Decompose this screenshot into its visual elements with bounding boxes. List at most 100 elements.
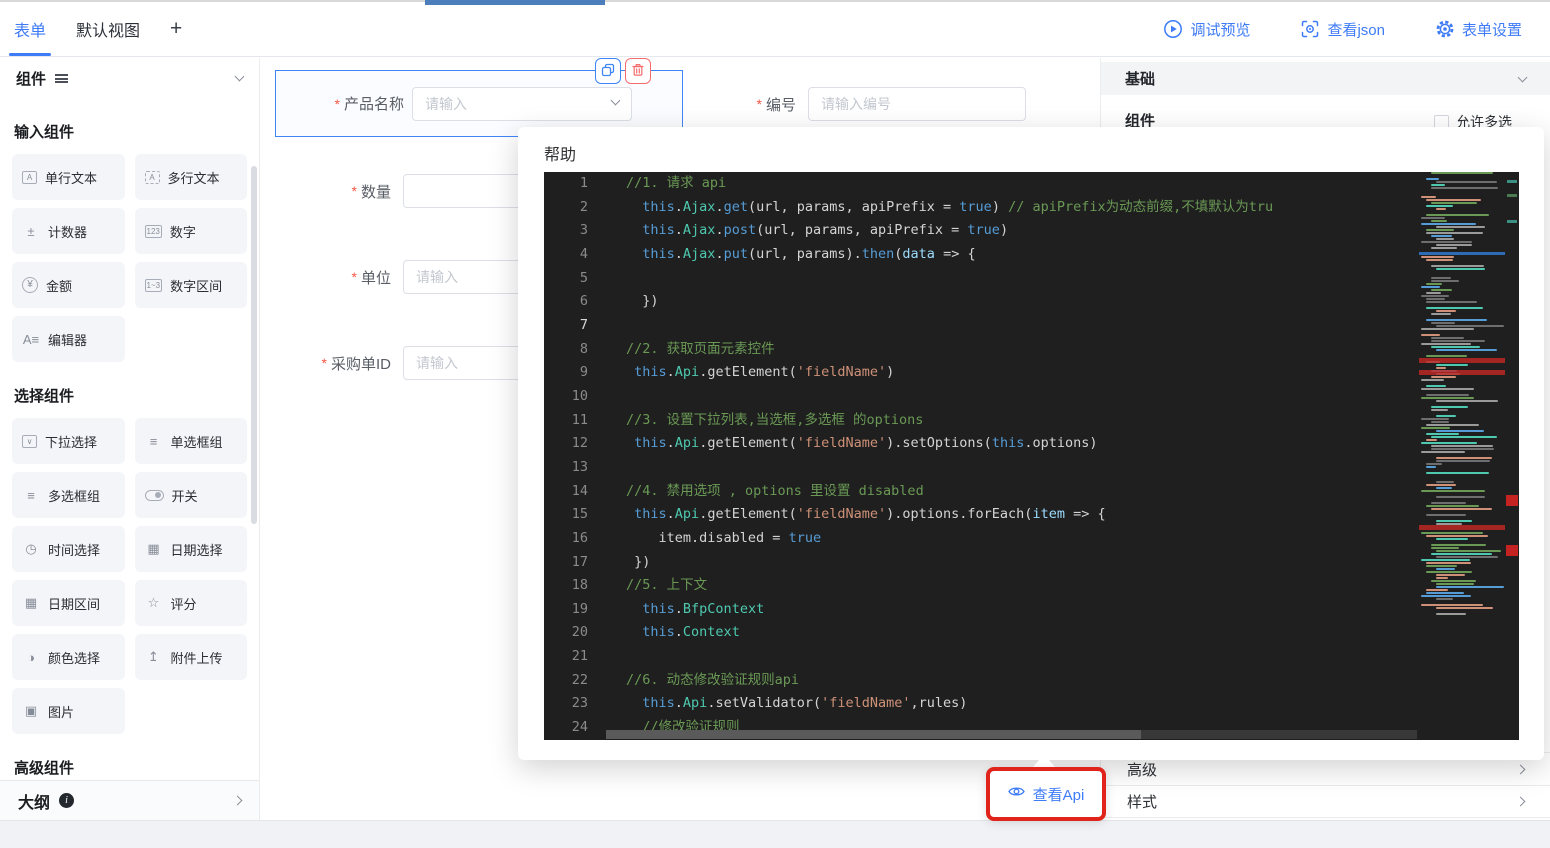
help-modal: 帮助 1234567891011121314151617181920212223… [518, 127, 1544, 760]
single-line-text-icon: A [22, 171, 37, 184]
image-chip[interactable]: ▣图片 [12, 688, 125, 734]
editor-chip[interactable]: A≡ 编辑器 [12, 316, 125, 362]
rating-chip[interactable]: ☆评分 [135, 580, 248, 626]
chip-label: 单行文本 [45, 168, 97, 187]
date-picker-chip[interactable]: ▦日期选择 [135, 526, 248, 572]
amount-chip[interactable]: ¥金额 [12, 262, 125, 308]
debug-preview-label: 调试预览 [1190, 19, 1250, 40]
overview-ruler [1505, 172, 1519, 740]
outline-bar[interactable]: 大纲 i [0, 780, 259, 820]
form-settings-button[interactable]: 表单设置 [1429, 18, 1528, 41]
field-label: 产品名称 [344, 93, 404, 114]
file-upload-chip[interactable]: ↥ 附件上传 [135, 634, 248, 680]
debug-preview-button[interactable]: 调试预览 [1157, 18, 1256, 41]
editor-minimap[interactable] [1419, 172, 1505, 740]
view-json-label: 查看json [1327, 19, 1385, 40]
number-input[interactable] [808, 87, 1026, 121]
code-line [626, 314, 1417, 338]
product-name-select[interactable] [412, 87, 632, 121]
style-label: 样式 [1127, 791, 1157, 812]
dropdown-select-chip[interactable]: ∨下拉选择 [12, 418, 125, 464]
section-title: 高级组件 [14, 760, 245, 778]
horizontal-scrollbar[interactable] [606, 730, 1417, 739]
sidebar-header: 组件 [0, 58, 259, 98]
add-view-tab[interactable]: + [170, 2, 182, 56]
form-settings-label: 表单设置 [1462, 19, 1522, 40]
amount-icon: ¥ [22, 277, 38, 293]
chevron-right-icon [233, 796, 243, 806]
single-line-text-chip[interactable]: A 单行文本 [12, 154, 125, 200]
chip-label: 数字 [170, 222, 196, 241]
field-label: 数量 [361, 181, 391, 202]
section-title: 选择组件 [14, 388, 245, 406]
chip-label: 编辑器 [48, 330, 87, 349]
switch-chip[interactable]: 开关 [135, 472, 248, 518]
chip-label: 开关 [172, 486, 198, 505]
file-upload-icon: ↥ [145, 649, 163, 665]
radio-group-chip[interactable]: ≡单选框组 [135, 418, 248, 464]
chevron-down-icon [1518, 72, 1528, 82]
tab-form[interactable]: 表单 [14, 2, 46, 56]
chip-label: 日期选择 [171, 540, 223, 559]
view-api-button[interactable]: 查看Api [986, 767, 1106, 821]
chevron-down-icon[interactable] [235, 72, 245, 82]
counter-icon: ± [22, 224, 40, 239]
tab-default-view[interactable]: 默认视图 [76, 2, 140, 56]
code-line: //6. 动态修改验证规则api [626, 669, 1417, 693]
delete-field-button[interactable] [625, 58, 651, 84]
style-section-row[interactable]: 样式 [1101, 785, 1550, 818]
checkbox-group-chip[interactable]: ≡多选框组 [12, 472, 125, 518]
inspector-rows: 高级 样式 [1101, 752, 1550, 818]
code-line: this.Api.setValidator('fieldName',rules) [626, 692, 1417, 716]
tab-bar: 表单 默认视图 + [14, 2, 182, 56]
code-line: item.disabled = true [626, 527, 1417, 551]
required-mark: * [322, 355, 327, 371]
code-line: //3. 设置下拉列表,当选框,多选框 的options [626, 409, 1417, 433]
multi-line-text-icon: A [145, 171, 160, 184]
sidebar-sections: 输入组件A单行文本A多行文本±计数器123数字¥金额1~3数字区间A≡编辑器选择… [0, 124, 259, 778]
editor-code: //1. 请求 api this.Ajax.get(url, params, a… [626, 172, 1417, 740]
copy-field-button[interactable] [595, 58, 621, 84]
info-icon: i [59, 793, 74, 808]
form-builder-app: 表单 默认视图 + 调试预览 查看json 表单设置 [0, 0, 1550, 848]
code-line: this.Context [626, 621, 1417, 645]
minimap-highlight-red [1419, 525, 1505, 530]
code-line: this.Api.getElement('fieldName') [626, 361, 1417, 385]
counter-chip[interactable]: ±计数器 [12, 208, 125, 254]
code-line: //4. 禁用选项 , options 里设置 disabled [626, 480, 1417, 504]
ruler-mark-teal [1507, 180, 1517, 183]
view-json-button[interactable]: 查看json [1294, 18, 1391, 41]
chip-label: 图片 [48, 702, 74, 721]
number-range-icon: 1~3 [145, 279, 163, 292]
number-chip[interactable]: 123数字 [135, 208, 248, 254]
product-name-input[interactable] [412, 87, 632, 121]
required-mark: * [757, 96, 762, 112]
field-label-wrap: * 采购单ID [270, 353, 403, 374]
number-range-chip[interactable]: 1~3数字区间 [135, 262, 248, 308]
time-picker-icon: ◷ [22, 541, 40, 557]
time-picker-chip[interactable]: ◷时间选择 [12, 526, 125, 572]
ruler-error-mark [1506, 495, 1518, 506]
header-actions: 调试预览 查看json 表单设置 [1157, 18, 1528, 41]
field-number[interactable]: * 编号 [680, 87, 1026, 121]
color-picker-chip[interactable]: ◑颜色选择 [12, 634, 125, 680]
field-actions [595, 58, 651, 84]
gear-icon [1435, 19, 1455, 39]
editor-gutter: 123456789101112131415161718192021222324 [544, 172, 606, 740]
date-range-chip[interactable]: ▦日期区间 [12, 580, 125, 626]
required-mark: * [352, 269, 357, 285]
sidebar-scrollbar[interactable] [251, 166, 257, 524]
code-editor[interactable]: 123456789101112131415161718192021222324 … [544, 172, 1519, 740]
ruler-mark-teal [1507, 220, 1517, 223]
code-line: //5. 上下文 [626, 574, 1417, 598]
code-line [626, 267, 1417, 291]
chip-label: 附件上传 [171, 648, 223, 667]
chip-label: 颜色选择 [48, 648, 100, 667]
checkbox-group-icon: ≡ [22, 488, 40, 503]
multi-line-text-chip[interactable]: A多行文本 [135, 154, 248, 200]
copy-icon [601, 63, 615, 80]
minimap-highlight-red [1419, 370, 1505, 375]
basic-section-header[interactable]: 基础 [1101, 62, 1550, 95]
editor-icon: A≡ [22, 332, 40, 347]
required-mark: * [352, 183, 357, 199]
